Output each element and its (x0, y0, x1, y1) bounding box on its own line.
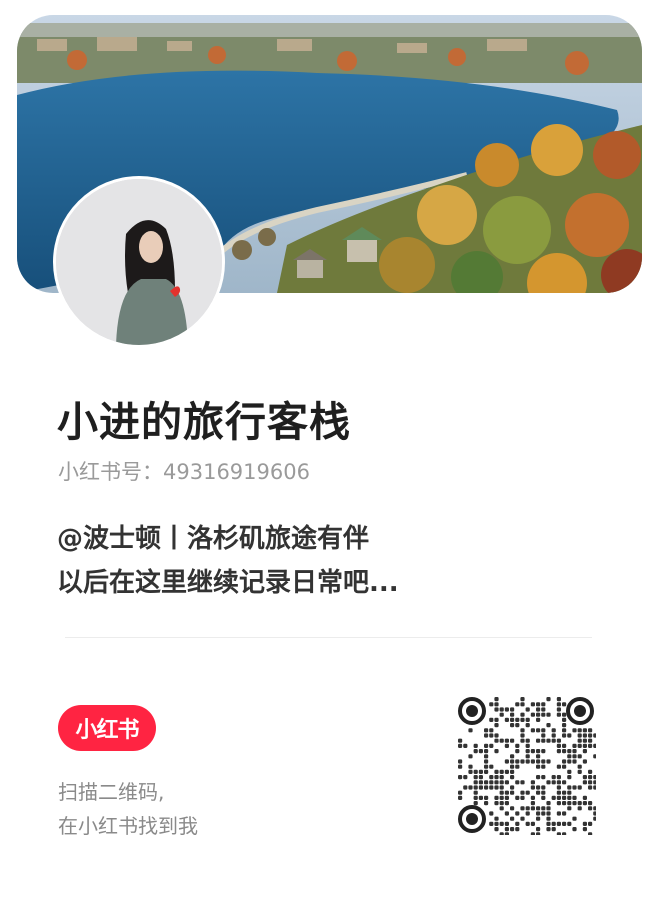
xiaohongshu-logo: 小红书 (58, 705, 156, 751)
qr-code-icon[interactable] (456, 695, 598, 837)
scan-line-2: 在小红书找到我 (58, 814, 198, 838)
scan-instructions: 扫描二维码, 在小红书找到我 (58, 775, 198, 843)
xiaohongshu-id: 小红书号：49316919606 (58, 460, 310, 484)
scan-line-1: 扫描二维码, (58, 780, 165, 804)
bio-line-2: 以后在这里继续记录日常吧... (57, 568, 399, 598)
avatar[interactable] (56, 179, 222, 345)
profile-name: 小进的旅行客栈 (57, 398, 351, 446)
divider (65, 637, 592, 638)
profile-bio: @波士顿丨洛杉矶旅途有伴 以后在这里继续记录日常吧... (57, 517, 399, 605)
bio-line-1: @波士顿丨洛杉矶旅途有伴 (57, 524, 370, 554)
